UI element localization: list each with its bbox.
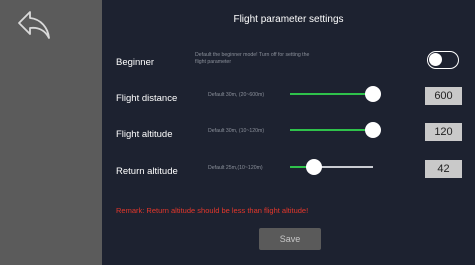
return-altitude-label: Return altitude [116, 166, 178, 177]
beginner-hint: Default the beginner mode! Turn off for … [195, 52, 309, 65]
flight-altitude-hint: Default 30m, (10~120m) [208, 128, 265, 134]
beginner-label: Beginner [116, 57, 155, 68]
flight-distance-value[interactable]: 600 [425, 87, 462, 105]
beginner-hint-line2: flight parameter [195, 58, 232, 65]
flight-altitude-slider[interactable] [290, 122, 381, 138]
page-title: Flight parameter settings [233, 14, 344, 25]
return-altitude-slider[interactable] [290, 159, 373, 175]
flight-distance-slider[interactable] [290, 86, 381, 102]
slider-track-filled [290, 93, 373, 95]
slider-thumb[interactable] [365, 86, 381, 102]
flight-altitude-label: Flight altitude [116, 129, 173, 140]
return-altitude-value[interactable]: 42 [425, 160, 462, 178]
back-button[interactable] [14, 8, 54, 42]
save-button[interactable]: Save [259, 228, 321, 250]
beginner-toggle[interactable] [427, 51, 459, 69]
toggle-knob [429, 53, 442, 66]
slider-track-filled [290, 129, 373, 131]
remark-warning: Remark: Return altitude should be less t… [116, 206, 309, 215]
back-arrow-icon [18, 11, 50, 39]
sidebar [0, 0, 102, 265]
slider-thumb[interactable] [306, 159, 322, 175]
flight-altitude-value[interactable]: 120 [425, 123, 462, 141]
settings-panel: Flight parameter settings Beginner Defau… [102, 0, 475, 265]
beginner-hint-line1: Default the beginner mode! Turn off for … [195, 52, 310, 58]
flight-distance-label: Flight distance [116, 93, 178, 104]
return-altitude-hint: Default 25m,(10~120m) [208, 165, 263, 171]
flight-distance-hint: Default 30m, (20~600m) [208, 92, 265, 98]
slider-track-empty [314, 166, 373, 168]
slider-thumb[interactable] [365, 122, 381, 138]
